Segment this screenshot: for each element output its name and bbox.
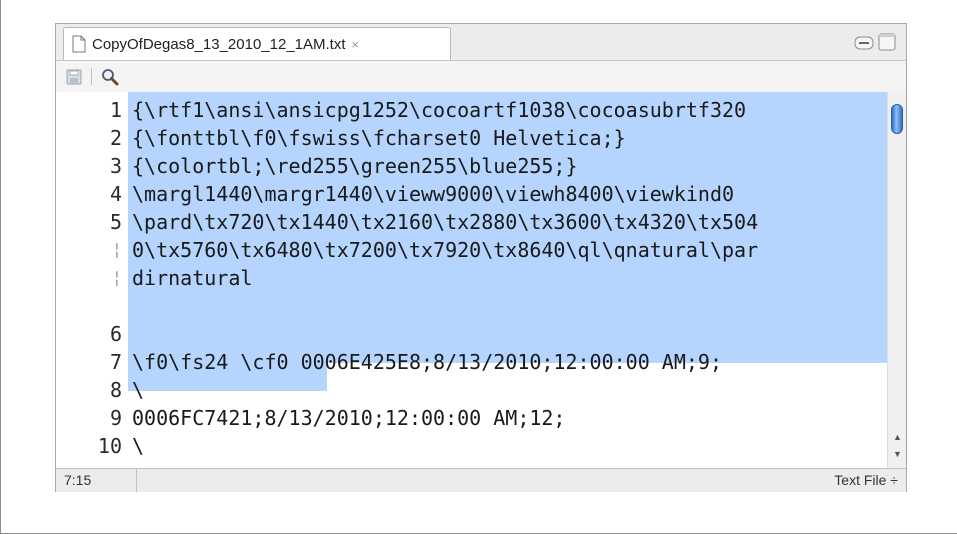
code-line: 0006FC7421;8/13/2010;12:00:00 AM;12; [132,406,566,430]
code-line: {\colortbl;\red255\green255\blue255;} [132,154,578,178]
tab-bar: CopyOfDegas8_13_2010_12_1AM.txt × [56,24,906,61]
code-line: {\fonttbl\f0\fswiss\fcharset0 Helvetica;… [132,126,626,150]
wrap-marker: ¦ [111,240,122,260]
scroll-down-icon[interactable]: ▼ [893,449,902,459]
file-tab[interactable]: CopyOfDegas8_13_2010_12_1AM.txt × [63,27,451,60]
code-line: dirnatural [132,266,253,290]
code-line: \margl1440\margr1440\vieww9000\viewh8400… [132,182,735,206]
find-button[interactable] [101,68,119,86]
save-button[interactable] [65,68,83,86]
document-icon [72,35,86,53]
text-editor[interactable]: 1 2 3 4 5 ¦ ¦ 6 7 8 9 10 {\rtf1\ansi\ans… [56,92,906,468]
line-number: 10 [97,434,122,458]
code-line: \ [132,434,145,458]
line-number: 6 [109,322,122,346]
tab-close-icon[interactable]: × [352,37,360,52]
scroll-thumb[interactable] [891,104,903,134]
vertical-scrollbar[interactable]: ▲ ▼ [887,92,906,468]
line-number-gutter: 1 2 3 4 5 ¦ ¦ 6 7 8 9 10 [56,92,128,468]
toolbar [56,61,906,93]
line-number: 9 [109,406,122,430]
scroll-up-icon[interactable]: ▲ [893,432,902,442]
code-line: {\rtf1\ansi\ansicpg1252\cocoartf1038\coc… [132,98,747,122]
code-line: \pard\tx720\tx1440\tx2160\tx2880\tx3600\… [132,210,759,234]
wrap-marker: ¦ [111,268,122,288]
window-controls [854,33,896,51]
line-number: 4 [109,182,122,206]
line-number: 8 [109,378,122,402]
line-number: 5 [109,210,122,234]
editor-window: CopyOfDegas8_13_2010_12_1AM.txt × 1 2 3 … [55,23,907,492]
line-number: 3 [109,154,122,178]
line-number: 1 [109,98,122,122]
code-line: \ [132,378,145,402]
line-number: 2 [109,126,122,150]
magnifier-icon [102,68,119,85]
line-number: 7 [109,350,122,374]
minimize-icon[interactable] [854,33,874,51]
status-divider [136,469,137,492]
file-type-selector[interactable]: Text File ÷ [834,472,898,488]
tab-filename: CopyOfDegas8_13_2010_12_1AM.txt [92,35,346,53]
cursor-position: 7:15 [64,472,92,488]
maximize-icon[interactable] [878,33,896,51]
status-bar: 7:15 Text File ÷ [56,468,906,492]
code-line: \f0\fs24 \cf0 0006E425E8;8/13/2010;12:00… [132,350,723,374]
code-line: 0\tx5760\tx6480\tx7200\tx7920\tx8640\ql\… [132,238,759,262]
disk-icon [66,69,82,84]
toolbar-divider [91,68,92,85]
